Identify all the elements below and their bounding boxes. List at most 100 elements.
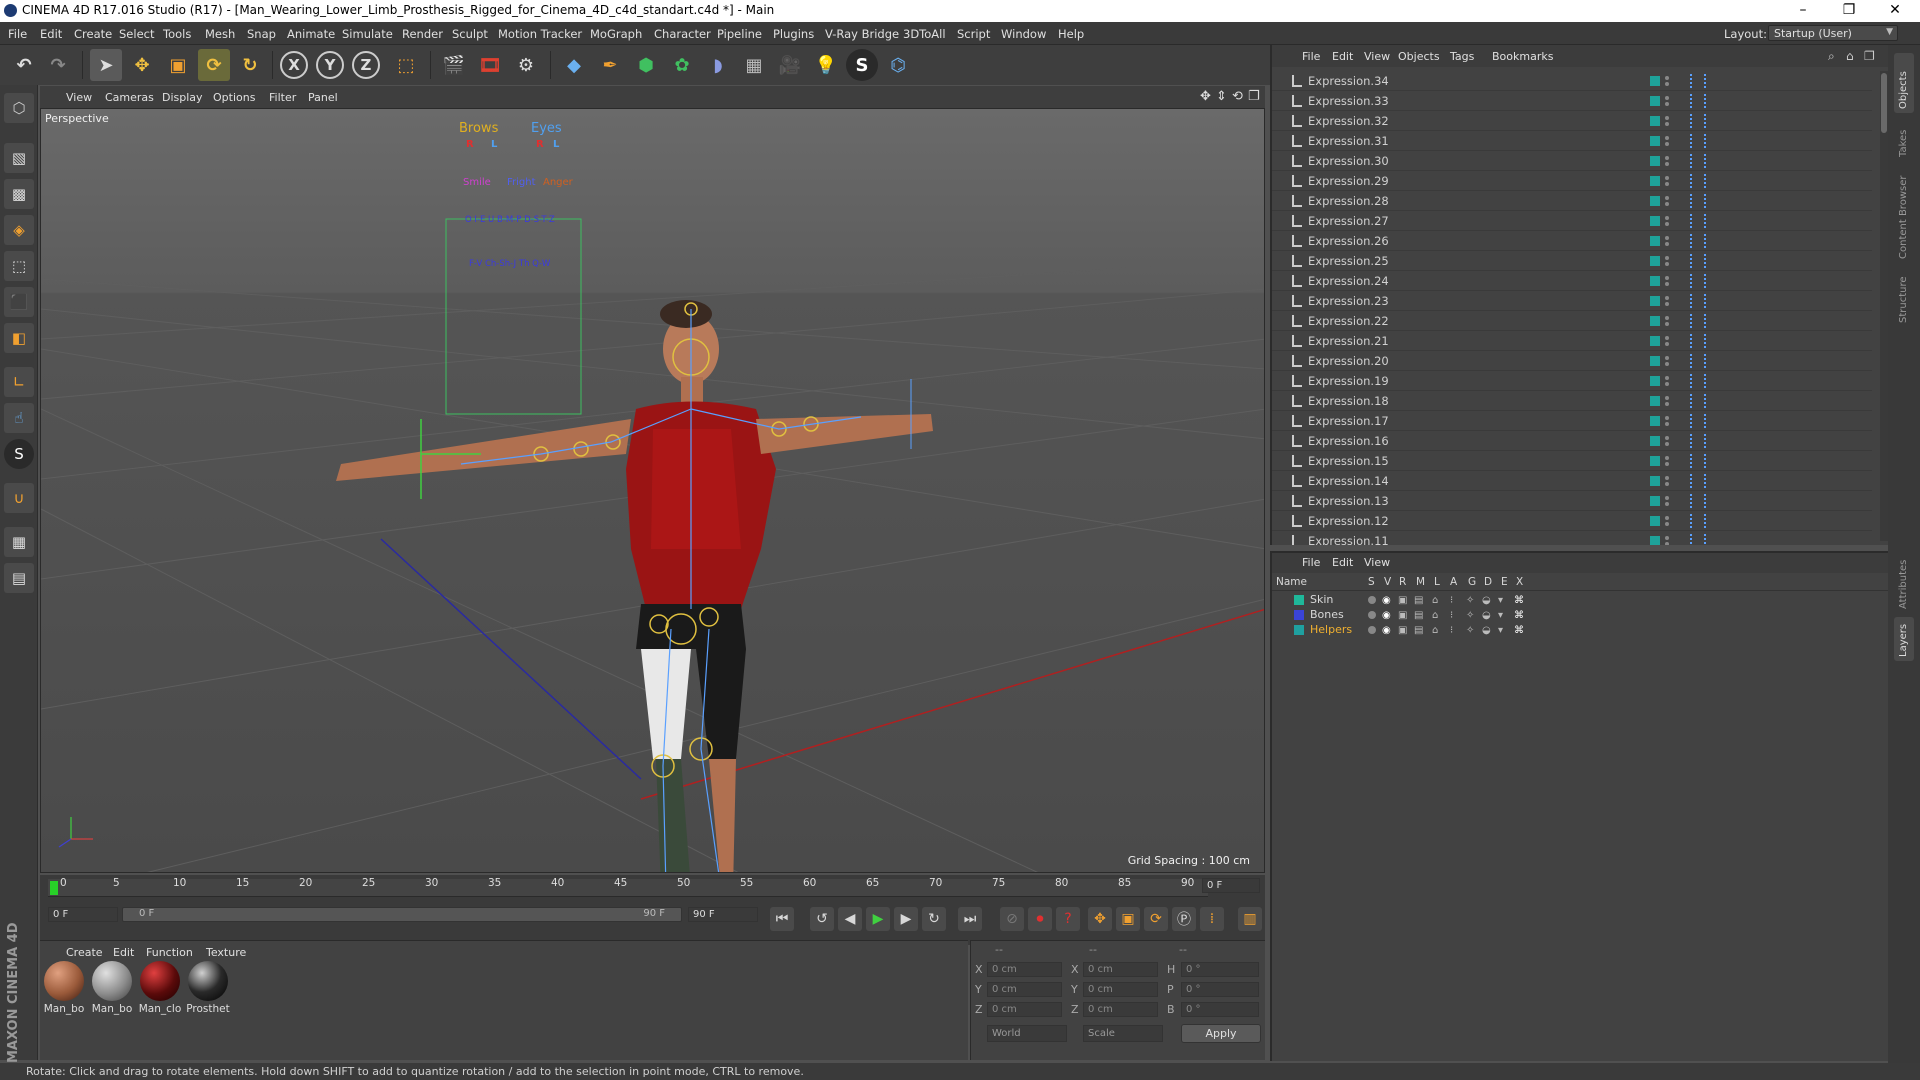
size-z-field[interactable]: 0 cm xyxy=(1083,1002,1158,1017)
search-icon[interactable]: ⌕ xyxy=(1828,49,1835,64)
expression-tag-icon[interactable] xyxy=(1690,454,1706,468)
viewport-menu-options[interactable]: Options xyxy=(213,91,255,104)
undo-icon[interactable]: ↶ xyxy=(8,49,40,81)
layer-color-swatch[interactable] xyxy=(1294,595,1304,605)
layer-name[interactable]: Bones xyxy=(1310,608,1344,621)
viewport-maximize-icon[interactable]: ❐ xyxy=(1248,89,1260,104)
menu-snap[interactable]: Snap xyxy=(247,27,276,41)
objmgr-menu-view[interactable]: View xyxy=(1364,50,1390,63)
menu-create[interactable]: Create xyxy=(74,27,112,41)
viewport-menu-panel[interactable]: Panel xyxy=(308,91,338,104)
expression-tag-icon[interactable] xyxy=(1690,174,1706,188)
lock-icon[interactable]: ⌂ xyxy=(1432,625,1438,636)
expression-tag-icon[interactable] xyxy=(1690,434,1706,448)
layermgr-menu-view[interactable]: View xyxy=(1364,556,1390,569)
menu-edit[interactable]: Edit xyxy=(40,27,62,41)
objmgr-menu-file[interactable]: File xyxy=(1302,50,1320,63)
expression-tag-icon[interactable] xyxy=(1690,354,1706,368)
layout-dropdown[interactable]: Startup (User) ▼ xyxy=(1768,25,1898,41)
python-icon[interactable]: ⌬ xyxy=(882,49,914,81)
tab-layers[interactable]: Layers xyxy=(1894,617,1914,661)
goto-end-icon[interactable]: ⏭ xyxy=(958,907,982,931)
expression-tag-icon[interactable] xyxy=(1690,254,1706,268)
menu-pipeline[interactable]: Pipeline xyxy=(717,27,762,41)
render-picture-viewer-icon[interactable]: 🎞 xyxy=(474,49,506,81)
material-swatch[interactable]: Man_clo xyxy=(138,961,182,1015)
x-axis-lock-icon[interactable]: X xyxy=(280,51,308,79)
menu-simulate[interactable]: Simulate xyxy=(342,27,393,41)
play-icon[interactable]: ▶ xyxy=(866,907,890,931)
expression-tag-icon[interactable] xyxy=(1690,474,1706,488)
list-item[interactable]: Expression.32 xyxy=(1272,111,1872,131)
prev-key-icon[interactable]: ↺ xyxy=(810,907,834,931)
snap-icon[interactable]: S xyxy=(4,439,34,469)
list-item[interactable]: Expression.30 xyxy=(1272,151,1872,171)
solo-icon[interactable] xyxy=(1368,611,1376,619)
expression-tag-icon[interactable] xyxy=(1690,494,1706,508)
material-menu-create[interactable]: Create xyxy=(66,946,103,959)
rotate-icon[interactable]: ⟳ xyxy=(198,49,230,81)
coord-mode-dropdown[interactable]: Scale xyxy=(1083,1025,1163,1042)
expression-tag-icon[interactable] xyxy=(1690,114,1706,128)
rot-p-field[interactable]: 0 ° xyxy=(1181,982,1259,997)
redo-icon[interactable]: ↷ xyxy=(42,49,74,81)
list-item[interactable]: Expression.13 xyxy=(1272,491,1872,511)
expression-tag-icon[interactable] xyxy=(1690,374,1706,388)
list-item[interactable]: Expression.20 xyxy=(1272,351,1872,371)
tweak-mode-icon[interactable]: ☝ xyxy=(4,403,34,433)
move-icon[interactable]: ✥ xyxy=(126,49,158,81)
solo-icon[interactable] xyxy=(1368,596,1376,604)
end-frame-field[interactable]: 90 F xyxy=(688,907,758,922)
expression-tag-icon[interactable] xyxy=(1690,234,1706,248)
render-icon[interactable]: ▣ xyxy=(1398,625,1407,636)
generator-icon[interactable]: ✧ xyxy=(1466,610,1474,621)
key-pla-icon[interactable]: ⁞ xyxy=(1200,907,1224,931)
menu-motion-tracker[interactable]: Motion Tracker xyxy=(498,27,582,41)
manager-icon[interactable]: ▤ xyxy=(1414,595,1423,606)
expression-icon[interactable]: ▾ xyxy=(1498,595,1503,606)
manager-icon[interactable]: ▤ xyxy=(1414,625,1423,636)
apply-button[interactable]: Apply xyxy=(1181,1024,1261,1043)
expression-tag-icon[interactable] xyxy=(1690,74,1706,88)
current-frame-field[interactable]: 0 F xyxy=(1202,878,1260,893)
close-icon[interactable]: ✕ xyxy=(1872,0,1918,22)
select-arrow-icon[interactable]: ➤ xyxy=(90,49,122,81)
size-y-field[interactable]: 0 cm xyxy=(1083,982,1158,997)
render-settings-icon[interactable]: ⚙ xyxy=(510,49,542,81)
menu-file[interactable]: File xyxy=(8,27,27,41)
expression-tag-icon[interactable] xyxy=(1690,154,1706,168)
objmgr-menu-bookmarks[interactable]: Bookmarks xyxy=(1492,50,1553,63)
scrollbar-thumb[interactable] xyxy=(1881,73,1887,133)
list-item[interactable]: Expression.15 xyxy=(1272,451,1872,471)
list-item[interactable]: Expression.17 xyxy=(1272,411,1872,431)
character-model[interactable] xyxy=(336,300,933,873)
prev-frame-icon[interactable]: ◀ xyxy=(838,907,862,931)
layermgr-menu-file[interactable]: File xyxy=(1302,556,1320,569)
hud-smile-label[interactable]: Smile xyxy=(463,177,491,188)
deformer-icon[interactable]: ◒ xyxy=(1482,610,1491,621)
menu-3dtoall[interactable]: 3DToAll xyxy=(903,27,946,41)
pen-spline-icon[interactable]: ✒ xyxy=(594,49,626,81)
timeline-window-icon[interactable]: ▥ xyxy=(1238,907,1262,931)
list-item[interactable]: Expression.19 xyxy=(1272,371,1872,391)
perspective-viewport[interactable]: Perspective Brows Eyes R L R L Smile Fri… xyxy=(40,108,1265,873)
list-item[interactable]: Expression.18 xyxy=(1272,391,1872,411)
objmgr-menu-tags[interactable]: Tags xyxy=(1450,50,1474,63)
lock-icon[interactable]: ⌂ xyxy=(1432,610,1438,621)
eye-icon[interactable]: ◉ xyxy=(1382,595,1391,606)
light-icon[interactable]: 💡 xyxy=(810,49,842,81)
objmgr-menu-edit[interactable]: Edit xyxy=(1332,50,1353,63)
expression-tag-icon[interactable] xyxy=(1690,394,1706,408)
next-frame-icon[interactable]: ▶ xyxy=(894,907,918,931)
expression-icon[interactable]: ▾ xyxy=(1498,625,1503,636)
playhead[interactable] xyxy=(50,881,58,895)
manager-icon[interactable]: ▤ xyxy=(1414,610,1423,621)
rot-b-field[interactable]: 0 ° xyxy=(1181,1002,1259,1017)
next-key-icon[interactable]: ↻ xyxy=(922,907,946,931)
list-item[interactable]: Expression.27 xyxy=(1272,211,1872,231)
record-disabled-icon[interactable]: ⊘ xyxy=(1000,907,1024,931)
material-swatch[interactable]: Man_bo xyxy=(90,961,134,1015)
hud-brows-label[interactable]: Brows xyxy=(459,121,498,136)
key-rotation-icon[interactable]: ⟳ xyxy=(1144,907,1168,931)
list-item[interactable]: Expression.21 xyxy=(1272,331,1872,351)
